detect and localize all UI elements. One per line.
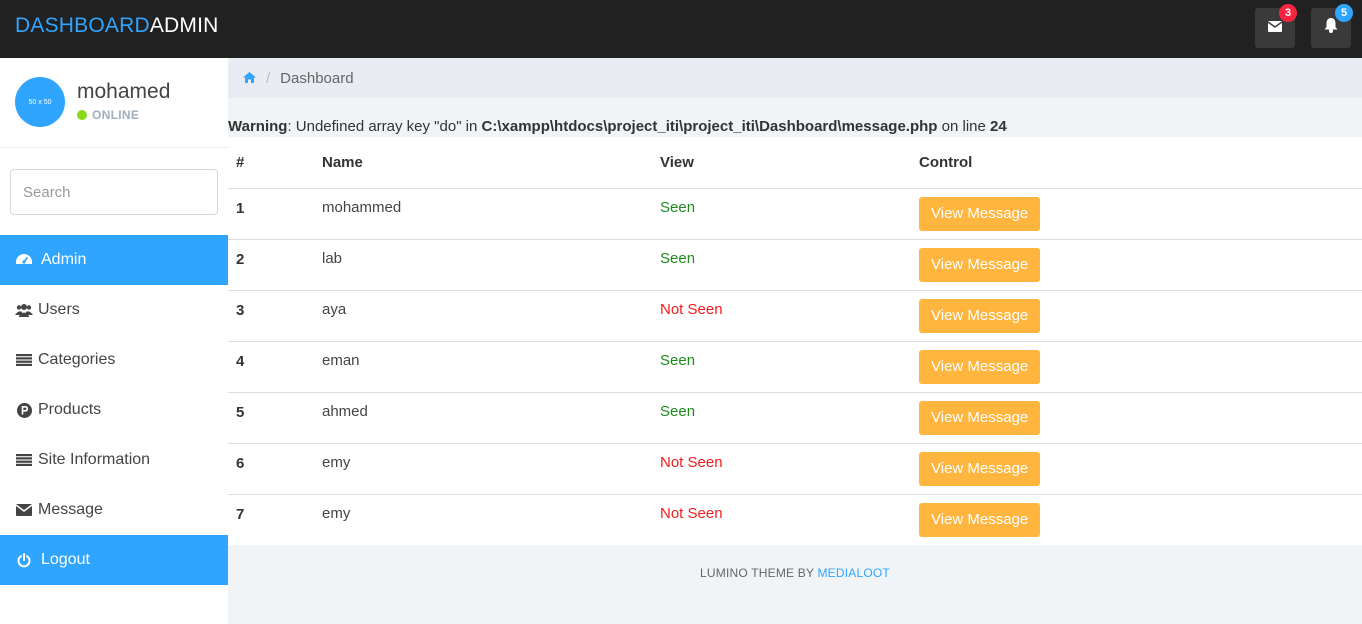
- brand-part-admin: ADMIN: [149, 14, 219, 37]
- list-icon: [15, 352, 33, 368]
- sidebar-item-admin[interactable]: Admin: [0, 235, 228, 285]
- sidebar-item-message[interactable]: Message: [0, 485, 228, 535]
- table-row: 6 emy Not Seen View Message: [228, 443, 1362, 495]
- view-message-button[interactable]: View Message: [919, 502, 1041, 537]
- row-number: 4: [228, 341, 314, 393]
- view-message-button[interactable]: View Message: [919, 196, 1041, 231]
- messages-count-badge: 3: [1279, 4, 1297, 22]
- row-number: 6: [228, 443, 314, 495]
- envelope-icon: [1267, 19, 1283, 37]
- users-icon: [15, 302, 33, 318]
- sidebar-item-label: Users: [38, 301, 80, 318]
- row-name: emy: [322, 504, 351, 522]
- messages-table: # Name View Control 1 mohammed Seen View…: [228, 137, 1362, 545]
- sidebar-item-logout[interactable]: Logout: [0, 535, 228, 585]
- row-name: eman: [314, 341, 652, 393]
- footer: LUMINO THEME BY MEDIALOOT: [228, 566, 1362, 580]
- search-input[interactable]: [10, 169, 218, 215]
- row-view-status: Seen: [652, 341, 911, 393]
- column-header-control: Control: [911, 137, 1362, 189]
- table-header-row: # Name View Control: [228, 137, 1362, 189]
- list-icon: [15, 452, 33, 468]
- bell-icon: [1324, 18, 1338, 38]
- sidebar-item-label: Site Information: [38, 451, 151, 468]
- table-row: 1 mohammed Seen View Message: [228, 188, 1362, 240]
- column-header-number: #: [228, 137, 314, 189]
- notifications-button[interactable]: 5: [1311, 4, 1353, 48]
- profile-status: ONLINE: [77, 108, 139, 122]
- warning-message: : Undefined array key "do" in: [287, 118, 482, 135]
- profile-status-label: ONLINE: [92, 108, 140, 122]
- table-row: 2 lab Seen View Message: [228, 239, 1362, 291]
- product-icon: [15, 402, 33, 418]
- messages-table-panel: # Name View Control 1 mohammed Seen View…: [228, 137, 1362, 545]
- row-name: ahmed: [314, 392, 652, 444]
- view-message-button[interactable]: View Message: [919, 451, 1041, 486]
- brand-part-dashboard: DASHBOARD: [15, 14, 150, 37]
- sidebar-item-label: Categories: [38, 351, 116, 368]
- row-number: 5: [228, 392, 314, 444]
- table-row: 3 aya Not Seen View Message: [228, 290, 1362, 342]
- online-indicator-icon: [77, 110, 87, 120]
- php-warning: Warning: Undefined array key "do" in C:\…: [228, 118, 1007, 135]
- row-name: emy: [314, 443, 652, 495]
- sidebar-item-label: Message: [38, 501, 103, 518]
- avatar[interactable]: 50 x 50: [15, 77, 65, 127]
- breadcrumb-separator: /: [266, 69, 271, 87]
- footer-text: LUMINO THEME BY: [700, 566, 818, 580]
- footer-medialoot-link[interactable]: MEDIALOOT: [817, 566, 889, 580]
- home-icon[interactable]: [243, 70, 256, 87]
- profile-username: mohamed: [77, 80, 171, 103]
- table-row: 4 eman Seen View Message: [228, 341, 1362, 393]
- row-view-status: Seen: [652, 188, 911, 240]
- brand-logo[interactable]: DASHBOARDADMIN: [15, 14, 219, 38]
- row-number: 1: [228, 188, 314, 240]
- warning-file-path: C:\xampp\htdocs\project_iti\project_iti\…: [481, 118, 938, 135]
- row-view-status: Not Seen: [652, 443, 911, 495]
- dashboard-icon: [15, 252, 33, 268]
- warning-on-line: on line: [937, 118, 991, 135]
- sidebar-item-users[interactable]: Users: [0, 285, 228, 335]
- sidebar-item-categories[interactable]: Categories: [0, 335, 228, 385]
- sidebar-item-label: Products: [38, 401, 102, 418]
- row-name: aya: [314, 290, 652, 342]
- sidebar-item-products[interactable]: Products: [0, 385, 228, 435]
- view-message-button[interactable]: View Message: [919, 298, 1041, 333]
- user-profile: 50 x 50 mohamed ONLINE: [0, 58, 228, 148]
- top-navbar: DASHBOARDADMIN 3 5: [0, 0, 1362, 58]
- view-message-button[interactable]: View Message: [919, 247, 1041, 282]
- view-message-button[interactable]: View Message: [919, 349, 1041, 384]
- power-icon: [15, 552, 33, 568]
- column-header-view: View: [652, 137, 911, 189]
- breadcrumb-current: Dashboard: [280, 69, 354, 87]
- table-row: 7 emy Not Seen View Message: [228, 494, 1362, 545]
- view-message-button[interactable]: View Message: [919, 400, 1041, 435]
- row-view-status: Seen: [652, 392, 911, 444]
- row-number: 2: [228, 239, 314, 291]
- row-view-status: Seen: [652, 239, 911, 291]
- row-number: 3: [228, 290, 314, 342]
- warning-label: Warning: [228, 118, 288, 135]
- sidebar-item-label: Admin: [41, 251, 87, 268]
- table-row: 5 ahmed Seen View Message: [228, 392, 1362, 444]
- warning-line-number: 24: [990, 118, 1007, 135]
- sidebar-menu: Admin Users Categories Products Site Inf…: [0, 235, 228, 585]
- envelope-icon: [15, 502, 33, 518]
- row-name: mohammed: [314, 188, 652, 240]
- row-number: 7: [236, 505, 245, 523]
- row-view-status: Not Seen: [652, 290, 911, 342]
- sidebar-item-site-information[interactable]: Site Information: [0, 435, 228, 485]
- row-view-status: Not Seen: [660, 504, 723, 522]
- sidebar-item-label: Logout: [41, 551, 90, 568]
- column-header-name: Name: [314, 137, 652, 189]
- breadcrumb: / Dashboard: [228, 58, 1362, 98]
- sidebar: 50 x 50 mohamed ONLINE Admin Users Categ…: [0, 58, 228, 624]
- messages-button[interactable]: 3: [1255, 4, 1297, 48]
- notifications-count-badge: 5: [1335, 4, 1353, 22]
- row-name: lab: [314, 239, 652, 291]
